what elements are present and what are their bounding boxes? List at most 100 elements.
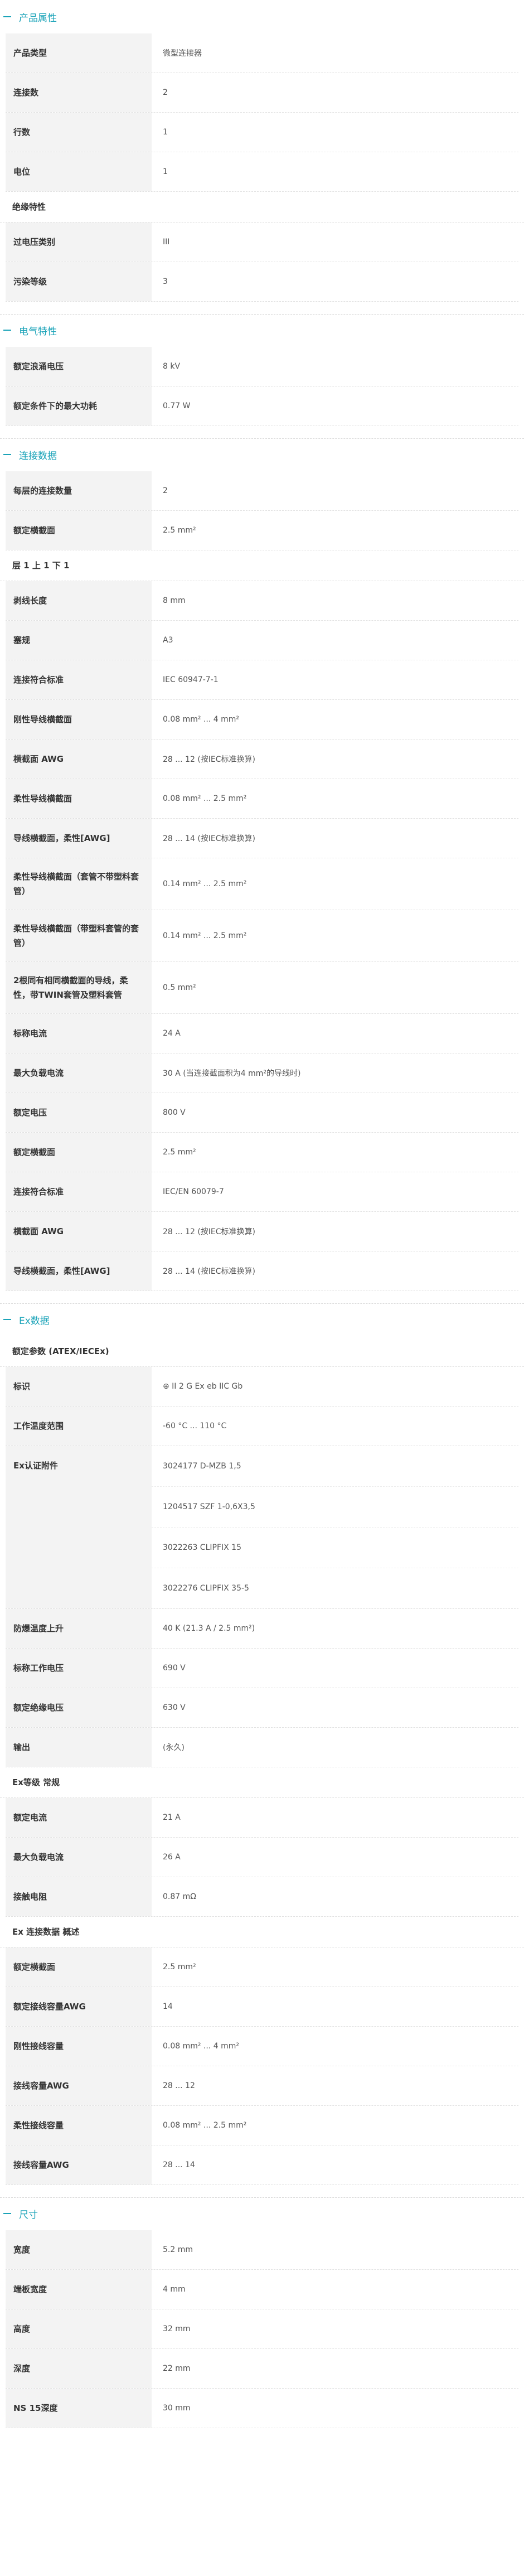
row-key: Ex认证附件	[6, 1446, 152, 1608]
table-row: Ex认证附件 3024177 D-MZB 1,5 1204517 SZF 1-0,…	[6, 1446, 518, 1609]
table-row: 刚性接线容量 0.08 mm² ... 4 mm²	[6, 2027, 518, 2066]
row-value: 4 mm	[163, 2285, 186, 2294]
row-value: -60 °C ... 110 °C	[163, 1422, 227, 1430]
table-row: 连接符合标准 IEC 60947-7-1	[6, 660, 518, 700]
row-value: 0.08 mm² ... 4 mm²	[163, 2042, 240, 2051]
row-value: 0.08 mm² ... 2.5 mm²	[163, 794, 247, 803]
table-row: 电位 1	[6, 152, 518, 192]
row-key: 柔性导线横截面（套管不带塑料套管）	[6, 858, 152, 910]
cert-value: 1204517 SZF 1-0,6X3,5	[152, 1487, 518, 1528]
row-key: NS 15深度	[6, 2389, 152, 2428]
row-key: 额定接线容量AWG	[6, 1987, 152, 2026]
row-value: 0.5 mm²	[163, 983, 196, 992]
table-row: 2根同有相同横截面的导线，柔性，带TWIN套管及塑料套管 0.5 mm²	[6, 962, 518, 1014]
level-table: 剥线长度 8 mm 塞规 A3 连接符合标准 IEC 60947-7-1 刚性导线横截面 0.…	[6, 581, 518, 1291]
table-row: 防爆温度上升 40 K (21.3 A / 2.5 mm²)	[6, 1609, 518, 1649]
row-value: 2.5 mm²	[163, 1148, 196, 1157]
table-row: 污染等级 3	[6, 262, 518, 302]
row-value: A3	[163, 636, 173, 645]
table-row: 每层的连接数量 2	[6, 471, 518, 511]
row-key: 过电压类别	[6, 223, 152, 262]
section-title: 尺寸	[19, 2210, 38, 2221]
section-title: 产品属性	[19, 13, 57, 24]
collapse-dash-icon	[3, 454, 11, 455]
row-value: 微型连接器	[163, 49, 202, 58]
section-header-ex[interactable]: Ex数据	[0, 1304, 524, 1336]
row-key: 塞规	[6, 621, 152, 660]
section-header-electrical[interactable]: 电气特性	[0, 315, 524, 347]
row-value: 28 ... 14 (按IEC标准换算)	[163, 1267, 256, 1276]
row-key: 额定条件下的最大功耗	[6, 386, 152, 426]
section-title: 连接数据	[19, 451, 57, 462]
row-key: 额定横截面	[6, 511, 152, 550]
row-key: 额定电流	[6, 1798, 152, 1837]
row-key: 防爆温度上升	[6, 1609, 152, 1648]
row-key: 高度	[6, 2309, 152, 2348]
row-value: 0.08 mm² ... 2.5 mm²	[163, 2121, 247, 2130]
row-key: 连接符合标准	[6, 1172, 152, 1211]
row-key: 导线横截面，柔性[AWG]	[6, 819, 152, 858]
section-header-product[interactable]: 产品属性	[0, 1, 524, 33]
row-value: 0.14 mm² ... 2.5 mm²	[163, 879, 247, 888]
collapse-dash-icon	[3, 1319, 11, 1320]
table-row: 剥线长度 8 mm	[6, 581, 518, 621]
row-value: 21 A	[163, 1813, 181, 1822]
row-key: 最大负载电流	[6, 1838, 152, 1877]
table-row: 连接数 2	[6, 73, 518, 113]
row-key: 额定浪涌电压	[6, 347, 152, 386]
row-value: 2.5 mm²	[163, 526, 196, 535]
row-key: 横截面 AWG	[6, 1212, 152, 1251]
row-key: 工作温度范围	[6, 1407, 152, 1446]
table-row: 额定接线容量AWG 14	[6, 1987, 518, 2027]
electrical-table: 额定浪涌电压 8 kV 额定条件下的最大功耗 0.77 W	[6, 347, 518, 426]
row-value: 2	[163, 88, 168, 97]
row-key: 刚性接线容量	[6, 2027, 152, 2066]
row-value: 0.87 mΩ	[163, 1892, 196, 1901]
row-value: 28 ... 12 (按IEC标准换算)	[163, 1227, 256, 1236]
row-key: 标识	[6, 1367, 152, 1406]
row-key: 额定绝缘电压	[6, 1688, 152, 1727]
table-row: 导线横截面，柔性[AWG] 28 ... 14 (按IEC标准换算)	[6, 1251, 518, 1291]
table-row: 最大负载电流 30 A (当连接截面积为4 mm²的导线时)	[6, 1053, 518, 1093]
table-row: 连接符合标准 IEC/EN 60079-7	[6, 1172, 518, 1212]
row-value: IEC 60947-7-1	[163, 675, 219, 684]
row-value: 30 mm	[163, 2404, 191, 2413]
table-row: 额定浪涌电压 8 kV	[6, 347, 518, 386]
row-key: 柔性接线容量	[6, 2106, 152, 2145]
row-key: 电位	[6, 152, 152, 191]
row-value: 800 V	[163, 1108, 186, 1117]
row-value: ⊕ II 2 G Ex eb IIC Gb	[163, 1382, 243, 1391]
table-row: 行数 1	[6, 113, 518, 152]
row-key: 额定电压	[6, 1093, 152, 1132]
table-row: 深度 22 mm	[6, 2349, 518, 2389]
collapse-dash-icon	[3, 2213, 11, 2214]
ex-params-table: 标识 ⊕ II 2 G Ex eb IIC Gb 工作温度范围 -60 °C ... …	[6, 1367, 518, 1446]
row-key: 标称工作电压	[6, 1649, 152, 1688]
cert-values-list: 3024177 D-MZB 1,5 1204517 SZF 1-0,6X3,5 30…	[152, 1446, 518, 1608]
row-value: 690 V	[163, 1664, 186, 1673]
section-header-connection[interactable]: 连接数据	[0, 439, 524, 471]
row-key: 额定横截面	[6, 1947, 152, 1987]
row-key: 导线横截面，柔性[AWG]	[6, 1251, 152, 1291]
table-row: 接线容量AWG 28 ... 14	[6, 2145, 518, 2185]
spec-page: 产品属性 产品类型 微型连接器 连接数 2 行数 1 电位 1 绝缘特性 过电压类别 III 污染…	[0, 0, 524, 2428]
row-value: 40 K (21.3 A / 2.5 mm²)	[163, 1624, 255, 1633]
row-key: 刚性导线横截面	[6, 700, 152, 739]
row-value: 8 mm	[163, 596, 186, 605]
collapse-dash-icon	[3, 16, 11, 17]
table-row: 工作温度范围 -60 °C ... 110 °C	[6, 1407, 518, 1446]
table-row: 标识 ⊕ II 2 G Ex eb IIC Gb	[6, 1367, 518, 1407]
row-key: 连接符合标准	[6, 660, 152, 699]
row-key: 端板宽度	[6, 2270, 152, 2309]
table-row: 标称电流 24 A	[6, 1014, 518, 1053]
section-header-dimensions[interactable]: 尺寸	[0, 2198, 524, 2230]
insulation-table: 过电压类别 III 污染等级 3	[6, 223, 518, 302]
row-value: 28 ... 12	[163, 2081, 195, 2090]
row-value: 2.5 mm²	[163, 1963, 196, 1971]
subsection-title: 绝缘特性	[0, 192, 524, 223]
row-key: 最大负载电流	[6, 1053, 152, 1093]
row-value: 26 A	[163, 1853, 181, 1862]
row-key: 横截面 AWG	[6, 740, 152, 779]
table-row: 标称工作电压 690 V	[6, 1649, 518, 1688]
table-row: 接触电阻 0.87 mΩ	[6, 1877, 518, 1917]
